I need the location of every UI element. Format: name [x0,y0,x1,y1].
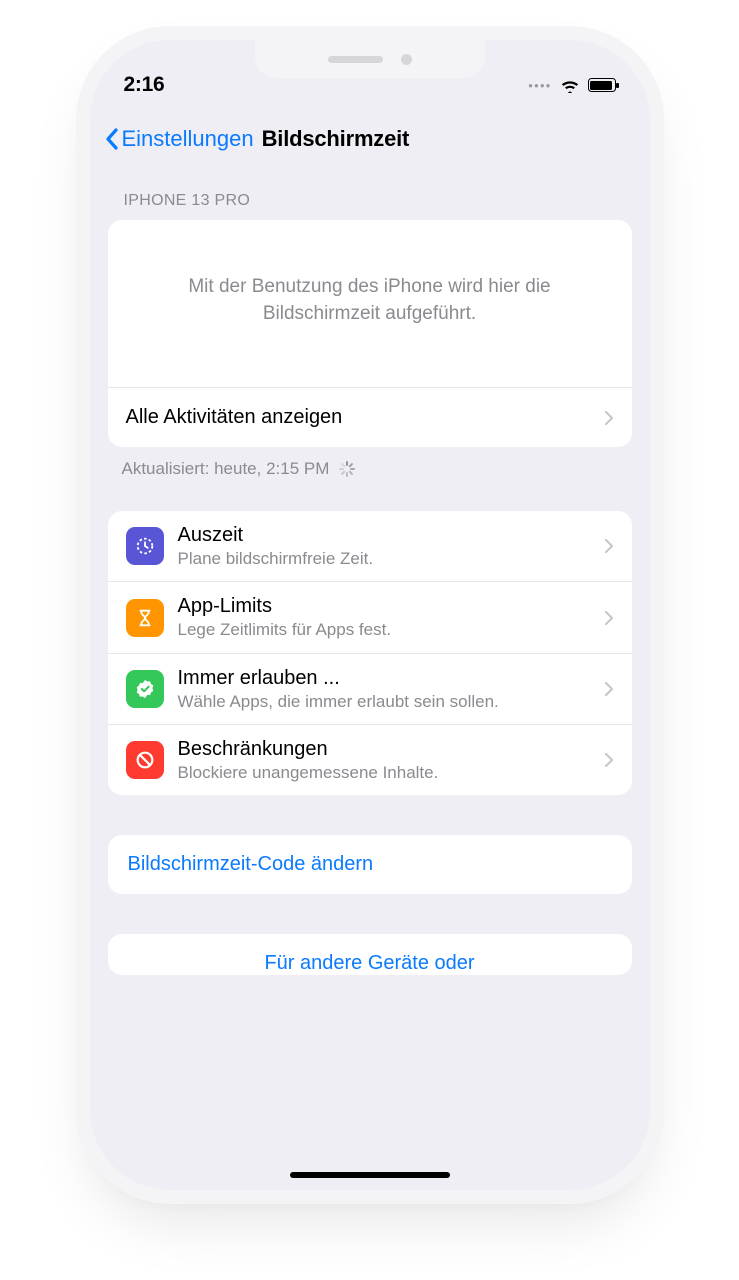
wifi-icon [560,78,580,93]
hourglass-icon [126,599,164,637]
battery-icon [588,78,616,92]
change-code-button[interactable]: Bildschirmzeit-Code ändern [108,835,632,894]
back-chevron-icon[interactable] [104,127,120,151]
always-allowed-title: Immer erlauben ... [178,666,590,690]
change-code-card: Bildschirmzeit-Code ändern [108,835,632,894]
status-right: ●●●● [528,78,615,93]
other-devices-card: Für andere Geräte oder [108,934,632,975]
loading-spinner-icon [339,461,355,477]
screen: 2:16 ●●●● Einstellungen Bildschirmzeit I… [90,40,650,1190]
check-badge-icon [126,670,164,708]
speaker-grille [328,56,383,63]
phone-frame: 2:16 ●●●● Einstellungen Bildschirmzeit I… [90,40,650,1190]
always-allowed-sub: Wähle Apps, die immer erlaubt sein solle… [178,691,590,712]
app-limits-sub: Lege Zeitlimits für Apps fest. [178,619,590,640]
prohibited-icon [126,741,164,779]
app-limits-title: App-Limits [178,594,590,618]
back-button[interactable]: Einstellungen [122,126,254,152]
scroll-content[interactable]: IPHONE 13 PRO Mit der Benutzung des iPho… [90,160,650,1190]
other-devices-button[interactable]: Für andere Geräte oder [108,934,632,975]
chevron-right-icon [604,610,614,626]
restrictions-sub: Blockiere unangemessene Inhalte. [178,762,590,783]
updated-text: Aktualisiert: heute, 2:15 PM [122,459,330,479]
chevron-right-icon [604,752,614,768]
chevron-right-icon [604,681,614,697]
downtime-sub: Plane bildschirmfreie Zeit. [178,548,590,569]
section-header-device: IPHONE 13 PRO [90,160,650,220]
chevron-right-icon [604,538,614,554]
clock: 2:16 [124,73,165,97]
all-activities-label: Alle Aktivitäten anzeigen [126,406,590,429]
updated-note: Aktualisiert: heute, 2:15 PM [90,447,650,511]
downtime-title: Auszeit [178,523,590,547]
home-indicator[interactable] [290,1172,450,1178]
app-limits-row[interactable]: App-Limits Lege Zeitlimits für Apps fest… [108,581,632,652]
notch [255,40,485,78]
restrictions-row[interactable]: Beschränkungen Blockiere unangemessene I… [108,724,632,795]
restrictions-title: Beschränkungen [178,737,590,761]
chevron-right-icon [604,410,614,426]
always-allowed-row[interactable]: Immer erlauben ... Wähle Apps, die immer… [108,653,632,724]
front-camera [401,54,412,65]
downtime-icon [126,527,164,565]
page-title: Bildschirmzeit [262,126,410,152]
all-activities-row[interactable]: Alle Aktivitäten anzeigen [108,387,632,447]
usage-placeholder-text: Mit der Benutzung des iPhone wird hier d… [108,220,632,387]
cellular-dots-icon: ●●●● [528,81,551,90]
options-card: Auszeit Plane bildschirmfreie Zeit. A [108,511,632,795]
downtime-row[interactable]: Auszeit Plane bildschirmfreie Zeit. [108,511,632,581]
usage-card: Mit der Benutzung des iPhone wird hier d… [108,220,632,447]
nav-bar: Einstellungen Bildschirmzeit [90,106,650,160]
